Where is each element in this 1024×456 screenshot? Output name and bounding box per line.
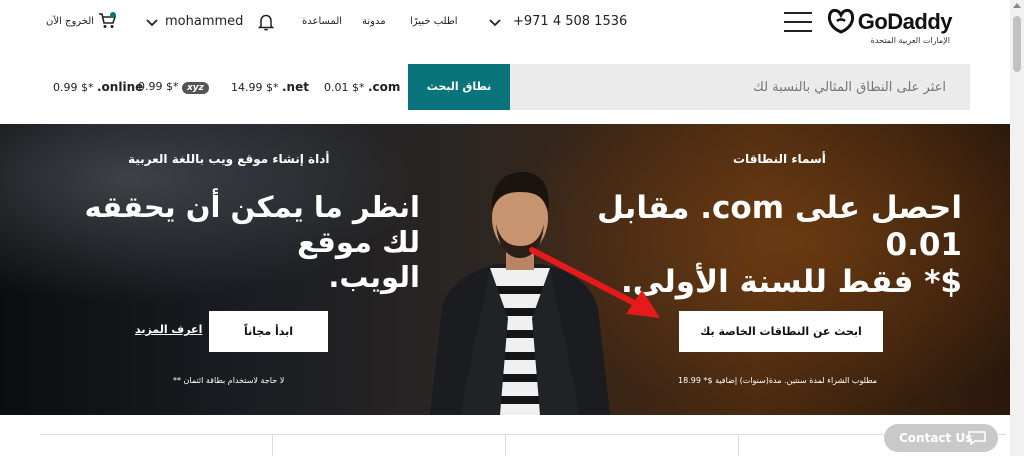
tld-name: .com	[368, 80, 401, 94]
scroll-up-arrow-icon[interactable]	[1013, 3, 1021, 8]
logo-subtitle: الإمارات العربية المتحدة	[870, 36, 950, 45]
tld-name: .net	[282, 80, 309, 94]
card-divider	[272, 435, 273, 456]
domain-search-input[interactable]	[510, 64, 970, 110]
chevron-down-icon[interactable]	[488, 16, 502, 30]
page-scrollbar[interactable]	[1010, 0, 1024, 456]
username[interactable]: mohammed	[165, 14, 243, 29]
tld-name: .online	[97, 80, 144, 94]
card-divider	[505, 435, 506, 456]
godaddy-logo-icon	[827, 8, 855, 34]
tld-price: 0.99 $*	[138, 80, 179, 93]
tld-online[interactable]: 0.99 $* .online	[53, 80, 143, 94]
search-domains-button[interactable]: ابحث عن النطاقات الخاصة بك	[679, 311, 883, 352]
tld-com[interactable]: 0.01 $* .com	[324, 80, 400, 94]
help-link[interactable]: المساعدة	[302, 16, 342, 27]
bell-icon[interactable]	[258, 13, 274, 31]
top-navigation: GoDaddy الإمارات العربية المتحدة +971 4 …	[0, 0, 1010, 46]
product-cards-row	[40, 434, 1006, 456]
hero-banner: أسماء النطاقات احصل على com. مقابل 0.01 …	[0, 124, 1010, 415]
learn-more-link[interactable]: اعرف المزيد	[135, 323, 202, 336]
domain-search-row: نطاق البحث 0.01 $* .com 14.99 $* .net 0.…	[0, 62, 1010, 112]
contact-us-button[interactable]: Contact Us	[884, 424, 998, 452]
website-builder-eyebrow: أداة إنشاء موقع ويب باللغة العربية	[128, 152, 330, 166]
menu-icon-bar	[784, 30, 812, 32]
tld-name: xyz	[182, 82, 209, 94]
menu-button[interactable]	[784, 12, 812, 34]
tld-net[interactable]: 14.99 $* .net	[231, 80, 309, 94]
red-arrow-annotation	[529, 247, 660, 318]
tld-price: 0.99 $*	[53, 81, 94, 94]
blog-link[interactable]: مدونة	[362, 16, 386, 27]
domains-eyebrow: أسماء النطاقات	[733, 152, 826, 166]
website-builder-headline-line2: الويب.	[328, 259, 420, 294]
chevron-down-icon[interactable]	[145, 16, 159, 30]
domain-search-button[interactable]: نطاق البحث	[408, 64, 510, 110]
phone-number[interactable]: +971 4 508 1536	[513, 14, 627, 29]
tld-xyz[interactable]: 0.99 $* xyz	[138, 80, 209, 94]
website-builder-headline: انظر ما يمكن أن يحققه لك موقع الويب.	[40, 190, 420, 294]
chat-bubble-icon	[968, 431, 986, 445]
menu-icon	[784, 12, 812, 14]
contact-us-label: Contact Us	[899, 431, 973, 445]
tld-price: 14.99 $*	[231, 81, 279, 94]
logo-text: GoDaddy	[857, 9, 953, 34]
cart-icon[interactable]	[98, 12, 116, 30]
domains-fineprint: مطلوب الشراء لمدة سنتين. مدة(سنوات) إضاف…	[678, 376, 878, 385]
start-free-button[interactable]: ابدأ مجاناً	[209, 311, 328, 352]
website-builder-fineprint: لا حاجة لاستخدام بطاقة ائتمان **	[173, 376, 285, 385]
website-builder-headline-line1: انظر ما يمكن أن يحققه لك موقع	[84, 190, 420, 259]
menu-icon-bar	[784, 21, 812, 23]
sign-out-link[interactable]: الخروج الآن	[46, 16, 94, 27]
godaddy-logo[interactable]: GoDaddy الإمارات العربية المتحدة	[820, 6, 960, 46]
hire-expert-link[interactable]: اطلب خبيرًا	[410, 16, 458, 27]
scrollbar-thumb[interactable]	[1013, 16, 1021, 72]
tld-price: 0.01 $*	[324, 81, 365, 94]
card-divider	[738, 435, 739, 456]
